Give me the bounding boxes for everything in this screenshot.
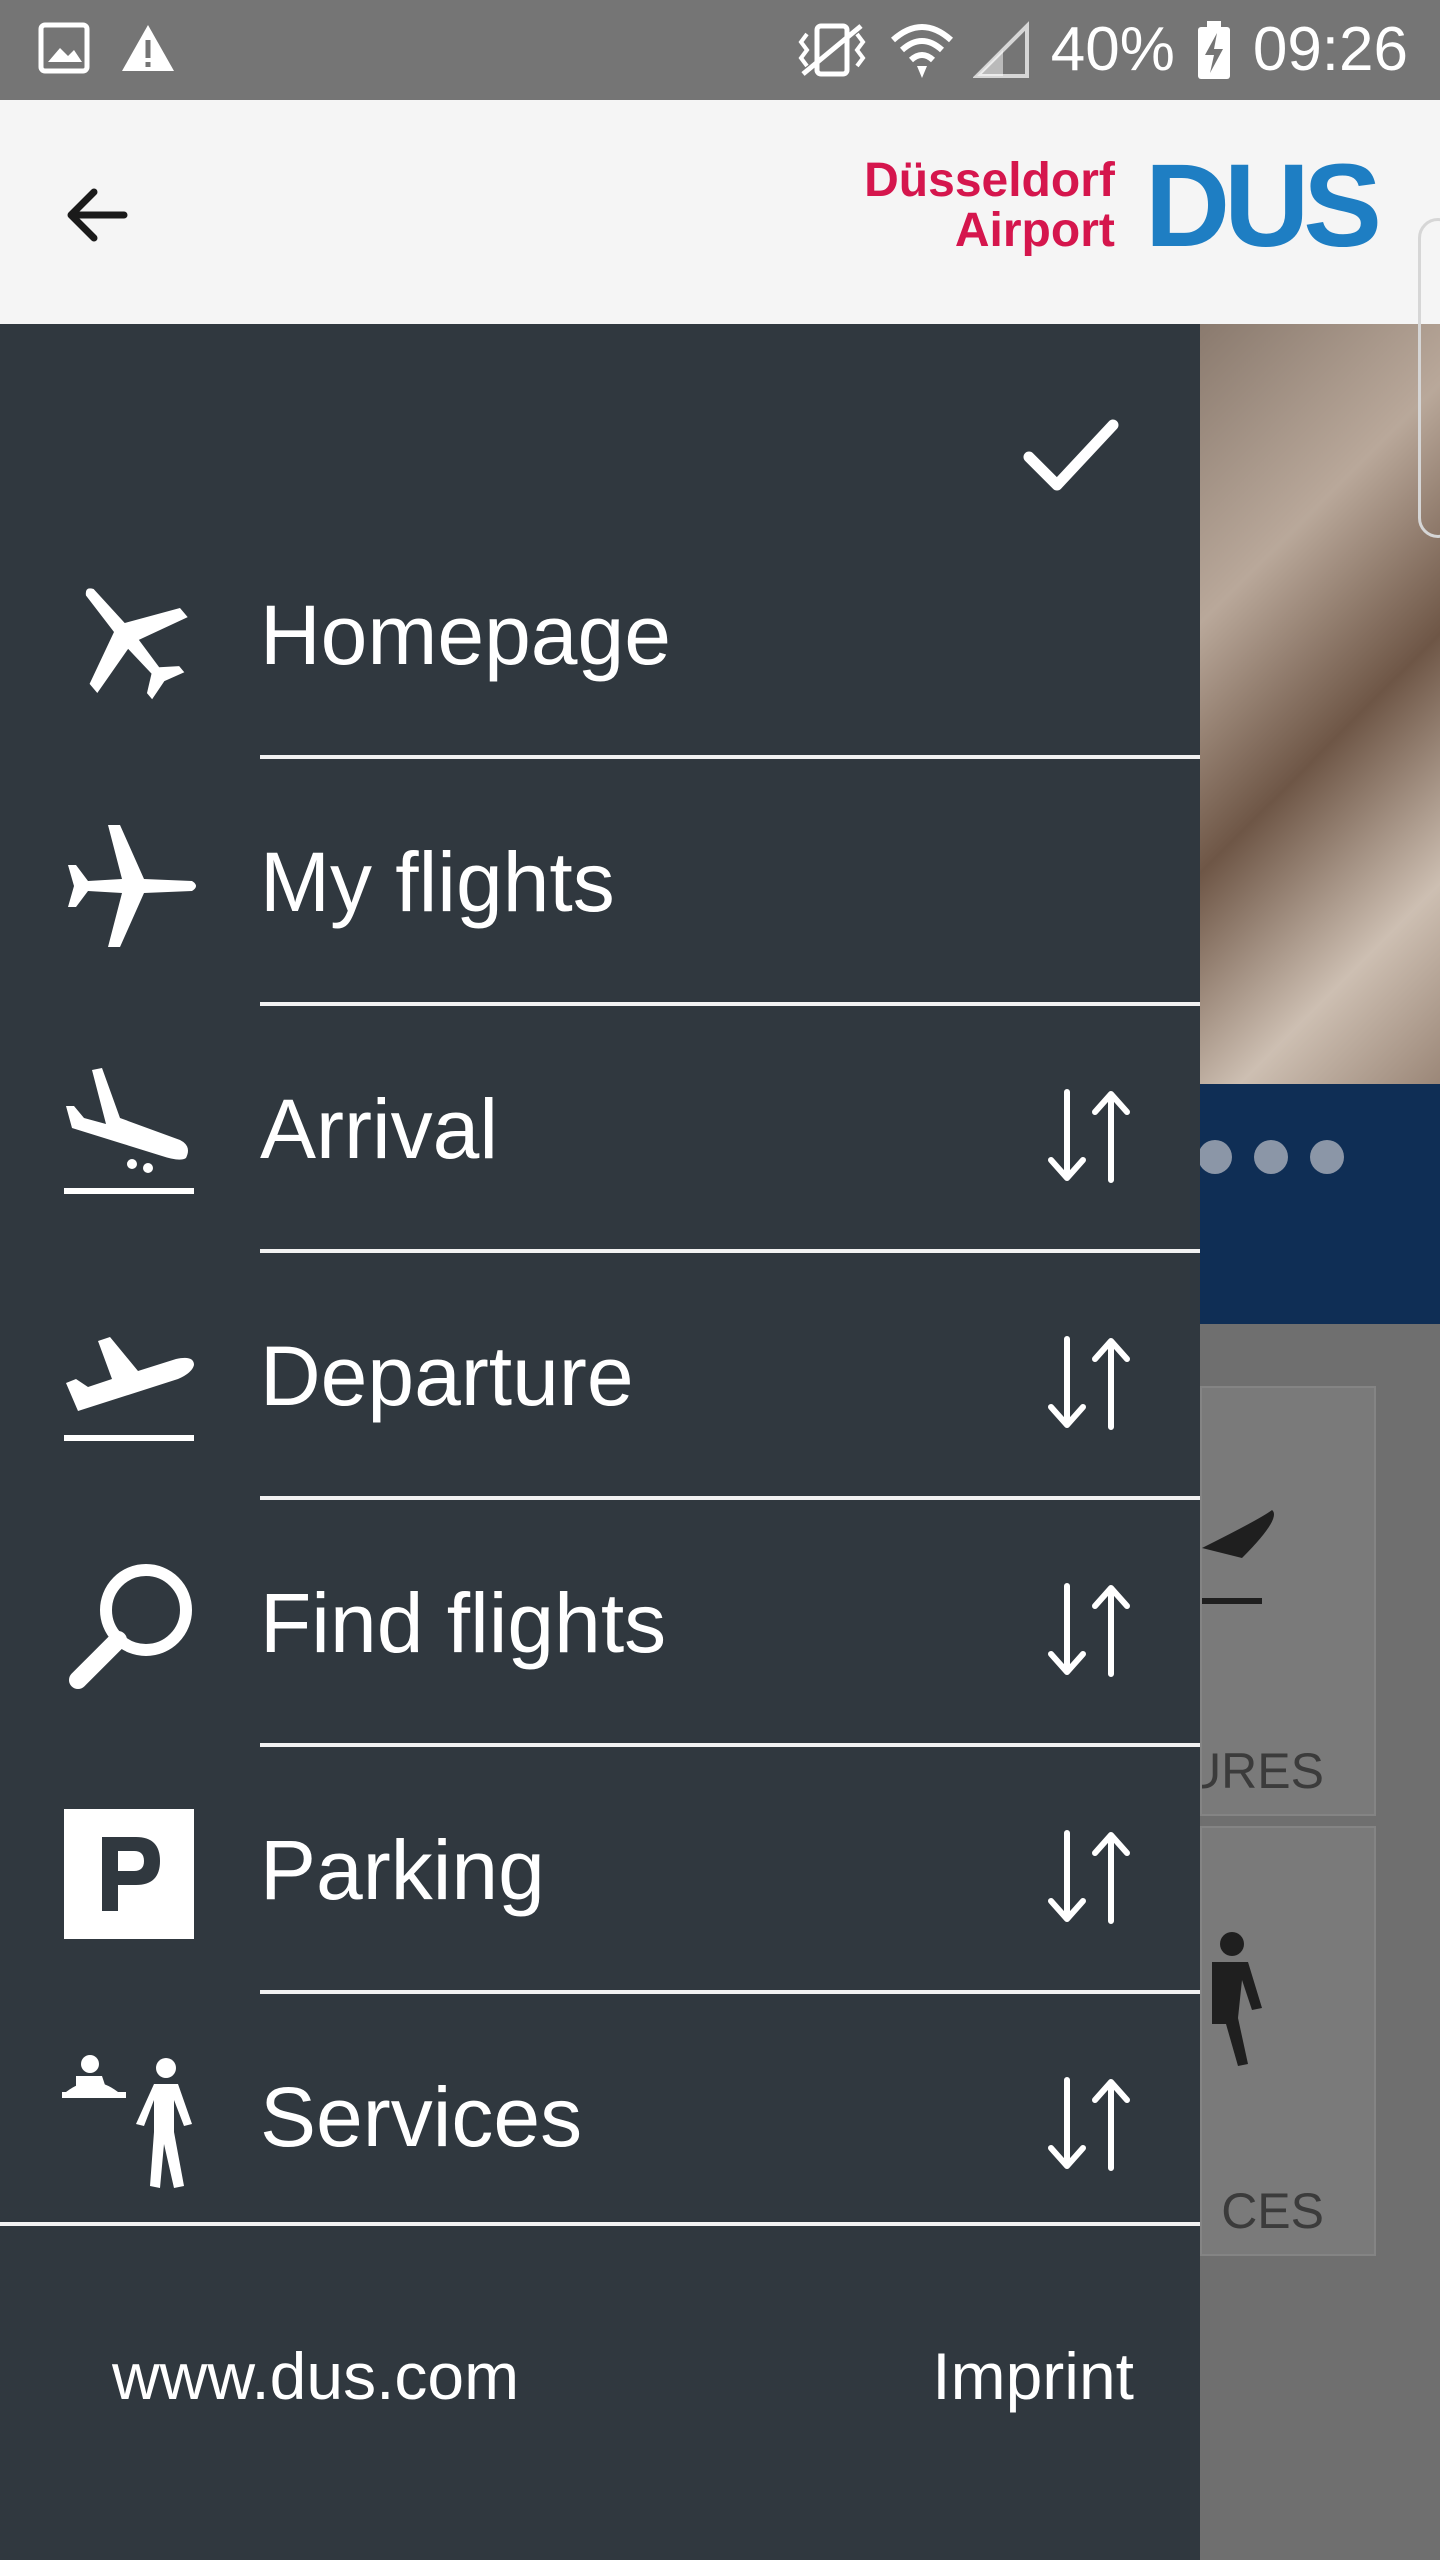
close-drawer-button[interactable] xyxy=(1016,410,1126,500)
services-tile[interactable]: CES xyxy=(1200,1826,1376,2256)
clock: 09:26 xyxy=(1252,15,1408,84)
warning-icon xyxy=(120,22,176,79)
sort-arrows-icon[interactable] xyxy=(1034,1827,1144,1927)
navigation-drawer: Homepage My flights Arrival Departure Fi… xyxy=(0,324,1200,2560)
departures-tile[interactable]: URES xyxy=(1200,1386,1376,1816)
brand-mark: DUS xyxy=(1144,140,1382,272)
plane-takeoff-icon xyxy=(62,1313,196,1447)
menu-item-departure[interactable]: Departure xyxy=(0,1253,1200,1500)
sort-arrows-icon[interactable] xyxy=(1034,2074,1144,2174)
menu-item-services[interactable]: Services xyxy=(0,1994,1200,2241)
plane-landing-icon xyxy=(62,1066,196,1200)
battery-percent: 40% xyxy=(1050,15,1175,84)
signal-icon xyxy=(972,20,1031,80)
menu-item-find-flights[interactable]: Find flights xyxy=(0,1500,1200,1747)
search-icon xyxy=(62,1560,196,1694)
services-icon xyxy=(62,2054,196,2188)
menu-label: My flights xyxy=(260,835,615,929)
app-header: Düsseldorf Airport DUS xyxy=(0,100,1440,324)
imprint-link[interactable]: Imprint xyxy=(932,2338,1134,2414)
status-bar: 40% 09:26 xyxy=(0,0,1440,100)
menu-label: Departure xyxy=(260,1329,634,1423)
menu-item-arrival[interactable]: Arrival xyxy=(0,1006,1200,1253)
drawer-menu: Homepage My flights Arrival Departure Fi… xyxy=(0,512,1200,2241)
edge-panel-handle[interactable] xyxy=(1418,218,1440,538)
wifi-icon xyxy=(890,20,953,80)
menu-label: Parking xyxy=(260,1823,545,1917)
menu-item-my-flights[interactable]: My flights xyxy=(0,759,1200,1006)
brand-wordmark: Düsseldorf Airport xyxy=(864,154,1115,257)
parking-icon xyxy=(62,1807,196,1941)
back-button[interactable] xyxy=(52,170,142,260)
battery-charging-icon xyxy=(1195,19,1233,81)
image-icon xyxy=(38,22,90,79)
hero-caption-band xyxy=(1200,1084,1440,1324)
website-link[interactable]: www.dus.com xyxy=(112,2338,519,2414)
airport-logo: Düsseldorf Airport DUS xyxy=(864,140,1382,272)
menu-label: Arrival xyxy=(260,1082,499,1176)
menu-label: Homepage xyxy=(260,588,671,682)
sort-arrows-icon[interactable] xyxy=(1034,1580,1144,1680)
hero-image xyxy=(1200,324,1440,1084)
menu-label: Services xyxy=(260,2070,583,2164)
sort-arrows-icon[interactable] xyxy=(1034,1086,1144,1186)
sort-arrows-icon[interactable] xyxy=(1034,1333,1144,1433)
check-icon xyxy=(1023,419,1119,491)
footer-divider xyxy=(0,2222,1200,2226)
menu-item-parking[interactable]: Parking xyxy=(0,1747,1200,1994)
vibrate-icon xyxy=(793,20,871,80)
menu-label: Find flights xyxy=(260,1576,667,1670)
menu-item-homepage[interactable]: Homepage xyxy=(0,512,1200,759)
airplane-side-icon xyxy=(62,819,196,953)
back-arrow-icon xyxy=(67,188,128,242)
carousel-dots[interactable] xyxy=(1198,1140,1344,1174)
airplane-icon xyxy=(62,572,196,706)
